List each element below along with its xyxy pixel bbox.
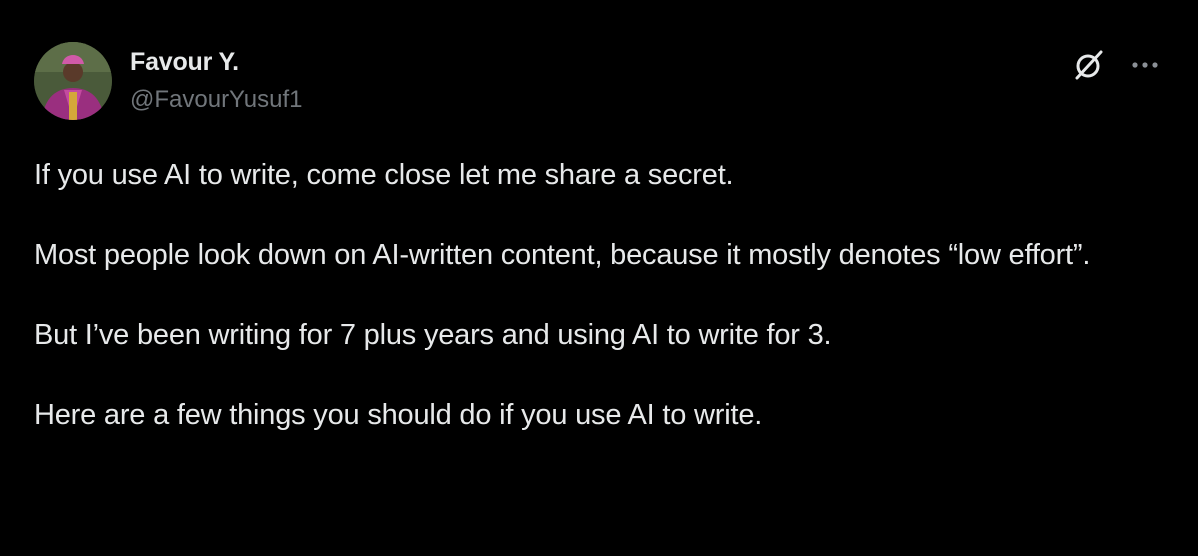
tweet-paragraph: If you use AI to write, come close let m…: [34, 159, 734, 191]
author-display-name[interactable]: Favour Y.: [130, 48, 239, 77]
tweet-paragraph: But I’ve been writing for 7 plus years a…: [34, 319, 832, 351]
tweet-text: If you use AI to write, come close let m…: [34, 155, 1154, 435]
tweet-paragraph: Most people look down on AI-written cont…: [34, 239, 1091, 271]
more-options-icon[interactable]: [1128, 54, 1164, 76]
avatar[interactable]: [34, 42, 112, 120]
profile-photo-icon: [34, 42, 112, 120]
tweet-paragraph: Here are a few things you should do if y…: [34, 399, 763, 431]
tweet-card: Favour Y. @FavourYusuf1 If you use AI to…: [0, 0, 1198, 556]
grok-icon[interactable]: [1072, 48, 1106, 82]
author-handle[interactable]: @FavourYusuf1: [130, 86, 302, 114]
